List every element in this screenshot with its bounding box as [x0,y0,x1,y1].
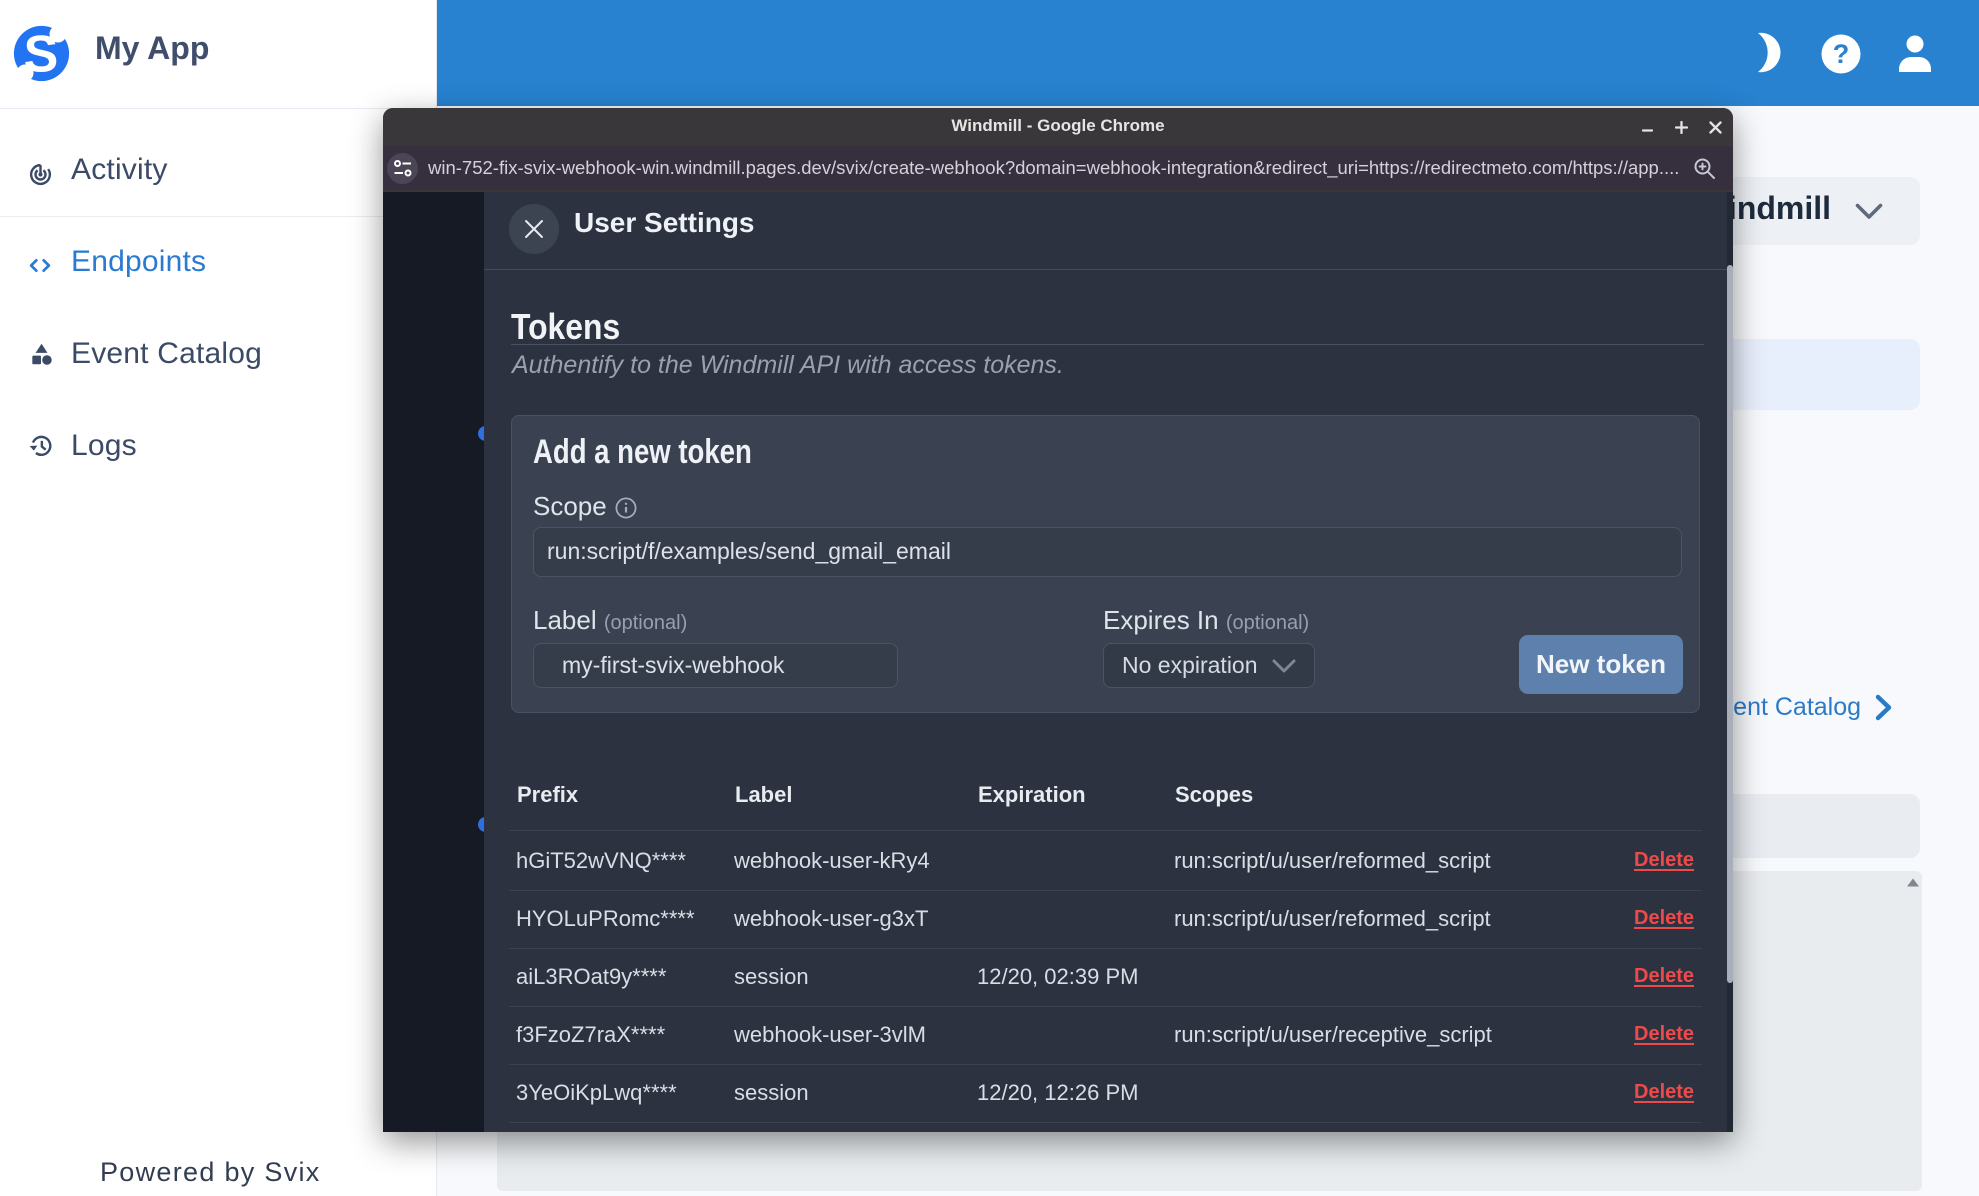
svg-text:?: ? [1833,39,1850,69]
svg-text:S: S [24,26,59,83]
